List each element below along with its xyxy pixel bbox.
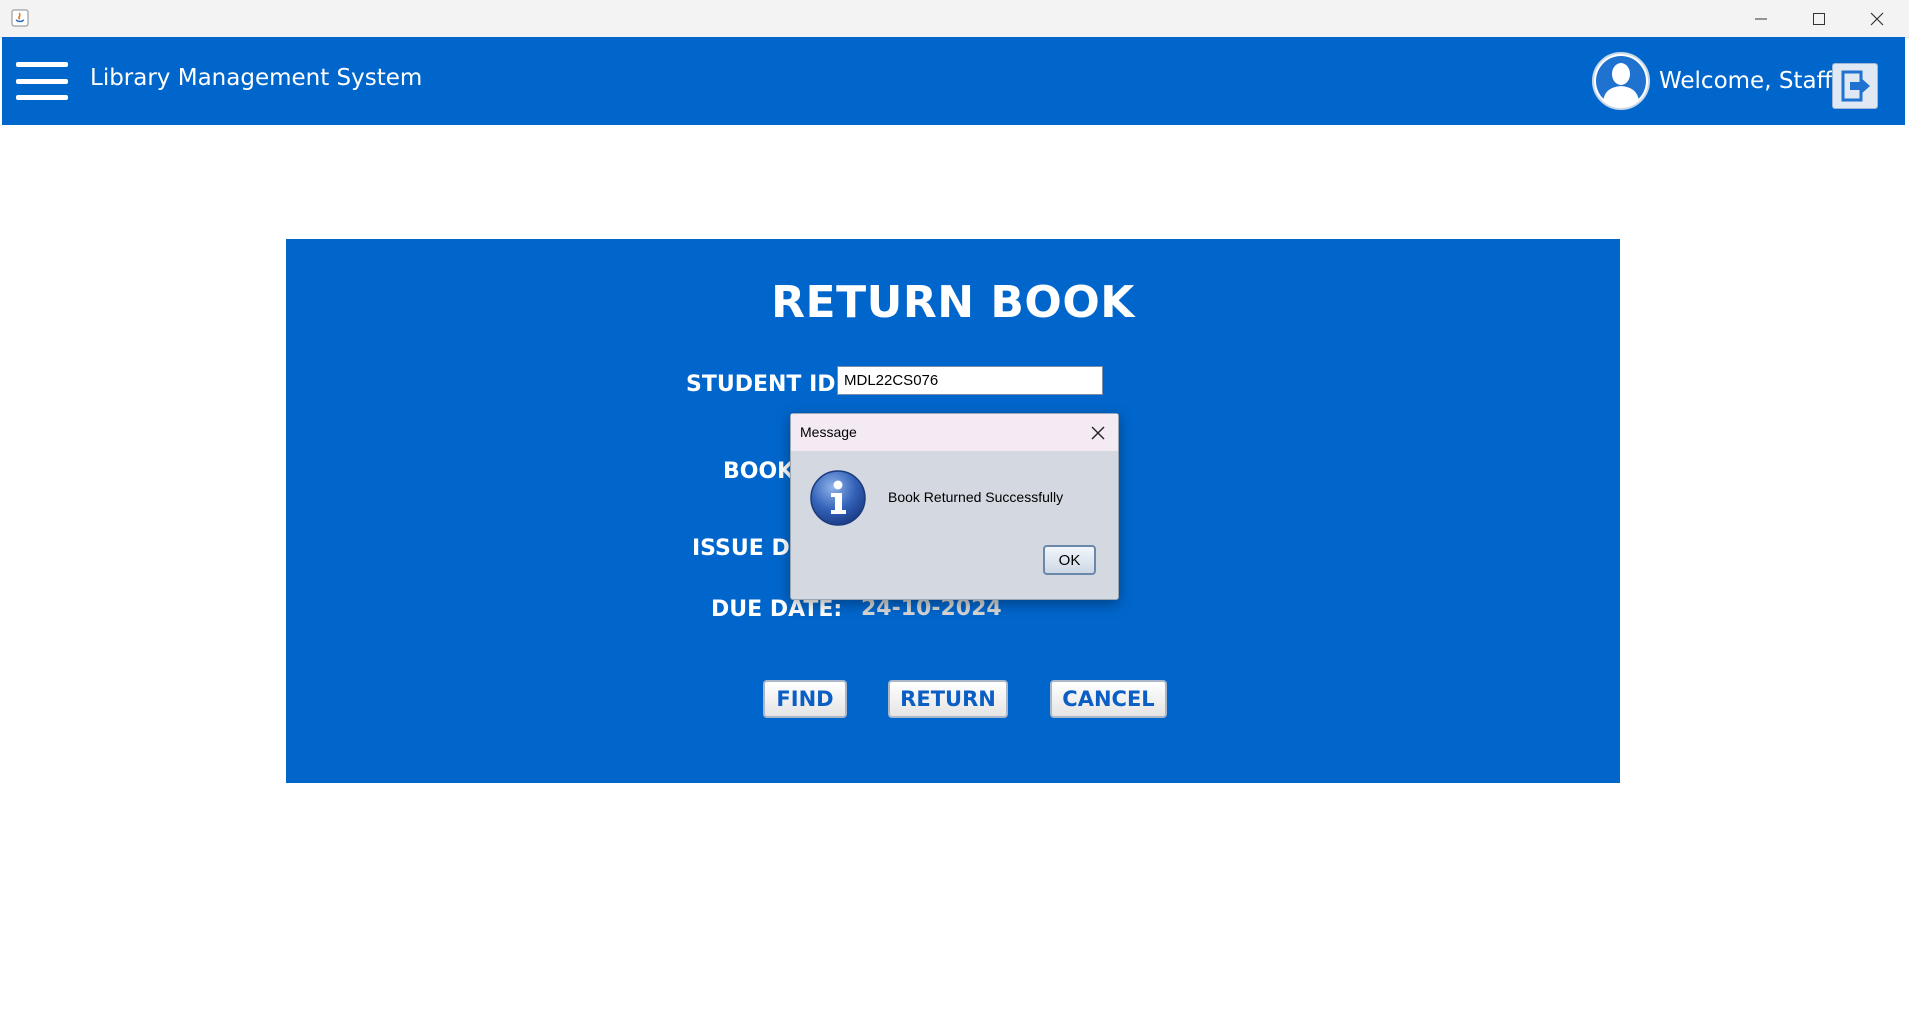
logout-button[interactable] xyxy=(1832,63,1878,109)
app-title: Library Management System xyxy=(90,65,423,91)
ok-button[interactable]: OK xyxy=(1043,545,1096,575)
cancel-button[interactable]: CANCEL xyxy=(1050,680,1167,718)
hamburger-menu-icon[interactable] xyxy=(16,62,68,100)
book-label: BOOK xyxy=(723,459,795,484)
app-header: Library Management System Welcome, Staff… xyxy=(2,37,1905,125)
minimize-icon xyxy=(1755,18,1767,19)
welcome-text: Welcome, Staff! xyxy=(1659,68,1842,94)
dialog-titlebar: Message xyxy=(791,414,1118,451)
dialog-message: Book Returned Successfully xyxy=(888,489,1064,505)
window-titlebar xyxy=(0,0,1909,38)
find-button[interactable]: FIND xyxy=(763,680,847,718)
logout-icon xyxy=(1841,70,1870,102)
dialog-title: Message xyxy=(800,424,857,440)
window-close-button[interactable] xyxy=(1848,0,1906,37)
panel-title: RETURN BOOK xyxy=(771,277,1135,328)
student-id-label: STUDENT ID: xyxy=(686,372,845,397)
minimize-button[interactable] xyxy=(1732,0,1790,37)
maximize-button[interactable] xyxy=(1790,0,1848,37)
return-button[interactable]: RETURN xyxy=(888,680,1008,718)
info-icon xyxy=(810,470,866,526)
user-avatar-icon xyxy=(1592,52,1650,110)
close-icon xyxy=(1091,426,1105,439)
due-date-label: DUE DATE: xyxy=(711,597,843,622)
message-dialog: Message Book Returned Successfully OK xyxy=(790,413,1119,600)
close-icon xyxy=(1870,12,1884,25)
maximize-icon xyxy=(1813,12,1825,25)
java-icon xyxy=(11,9,29,27)
dialog-close-button[interactable] xyxy=(1078,414,1118,451)
student-id-input[interactable] xyxy=(837,366,1103,395)
